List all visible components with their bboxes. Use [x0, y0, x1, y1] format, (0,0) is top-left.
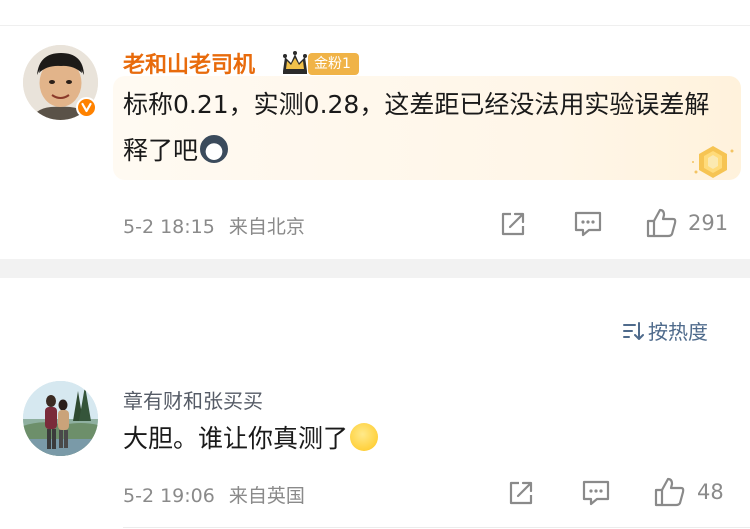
like-count: 48	[697, 480, 724, 504]
comment-time: 5-2 18:15	[123, 216, 215, 238]
comment-location: 来自北京	[228, 216, 305, 238]
comment-location: 来自英国	[228, 485, 305, 507]
section-separator	[0, 259, 750, 278]
comment-username[interactable]: 章有财和张买买	[123, 385, 263, 414]
sort-toggle[interactable]: 按热度	[622, 316, 708, 345]
avatar[interactable]	[23, 381, 98, 456]
comment-text: 大胆。谁让你真测了	[123, 424, 349, 453]
comment-icon[interactable]	[580, 478, 612, 508]
comment-time: 5-2 19:06	[123, 485, 215, 507]
share-icon[interactable]	[498, 209, 528, 239]
gem-decoration-icon	[692, 146, 734, 178]
share-icon[interactable]	[506, 478, 536, 508]
sort-label: 按热度	[648, 320, 708, 344]
like-icon[interactable]	[645, 207, 679, 239]
comment-content: 标称0.21，实测0.28，这差距已经没法用实验误差解释了吧	[123, 82, 723, 174]
fan-level-badge[interactable]: 金粉1	[308, 53, 359, 75]
crown-icon	[283, 51, 307, 74]
top-divider	[0, 25, 750, 26]
avatar-image	[23, 381, 98, 456]
sort-icon	[623, 321, 644, 340]
smirk-emoji-icon	[350, 423, 379, 451]
like-icon[interactable]	[653, 476, 687, 508]
bottom-divider	[123, 527, 750, 528]
verified-badge-icon	[76, 97, 97, 118]
comment-meta: 5-2 18:15 来自北京	[123, 212, 305, 239]
like-count: 291	[688, 211, 729, 235]
comment-meta: 5-2 19:06 来自英国	[123, 481, 305, 508]
comment-content: 大胆。谁让你真测了	[123, 419, 379, 459]
comment-username[interactable]: 老和山老司机	[123, 47, 255, 79]
husky-emoji-icon	[200, 135, 229, 163]
comment-icon[interactable]	[572, 209, 604, 239]
